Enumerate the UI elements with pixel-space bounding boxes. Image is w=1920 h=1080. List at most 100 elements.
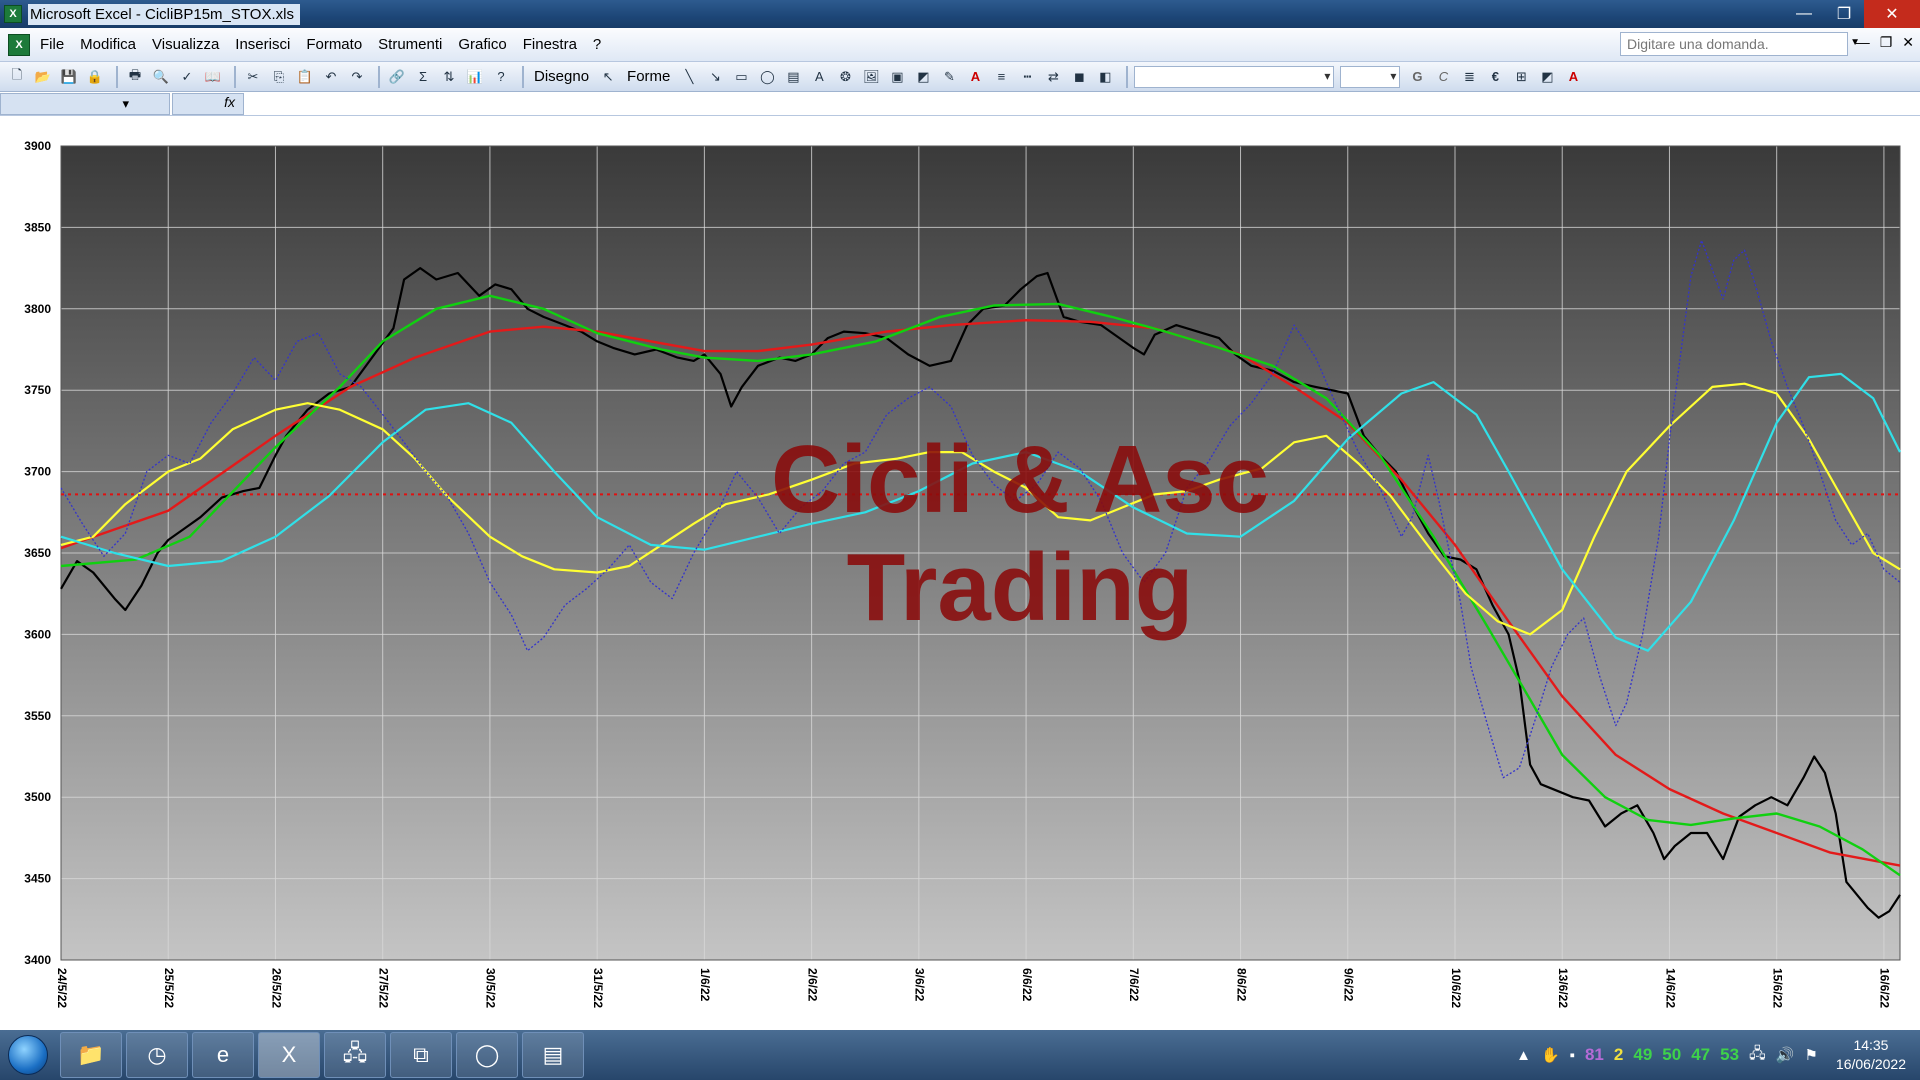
arrow-icon[interactable]: ↘ (704, 66, 726, 88)
restore-button[interactable]: ❐ (1824, 0, 1864, 28)
autosum-icon[interactable]: Σ (412, 66, 434, 88)
taskbar-excel-button[interactable]: X (258, 1032, 320, 1078)
menu-inserisci[interactable]: Inserisci (235, 36, 290, 53)
taskbar-notepad-button[interactable]: ▤ (522, 1032, 584, 1078)
sort-icon[interactable]: ⇅ (438, 66, 460, 88)
taskbar-tool-button[interactable]: ⧉ (390, 1032, 452, 1078)
menu-formato[interactable]: Formato (306, 36, 362, 53)
menu-file[interactable]: File (40, 36, 64, 53)
fill-color-icon[interactable]: ◩ (912, 66, 934, 88)
font-size-combo[interactable] (1340, 65, 1401, 88)
wordart-icon[interactable]: A (808, 66, 830, 88)
excel-icon: X (281, 1042, 297, 1067)
line-color-icon[interactable]: ✎ (938, 66, 960, 88)
shapes-menu-button[interactable]: Forme (627, 68, 670, 85)
taskbar: 📁 ◷ e X 🖧 ⧉ ◯ ▤ ▲ ✋ ▪ 81 2 49 50 47 53 🖧 🔊 ⚑ 14:35 1… (0, 1030, 1920, 1080)
taskbar-network-button[interactable]: 🖧 (324, 1032, 386, 1078)
line-style-icon[interactable]: ≡ (990, 66, 1012, 88)
print-icon[interactable]: 🖶 (124, 66, 146, 88)
folder-icon: 📁 (77, 1042, 105, 1067)
workbook-close-button[interactable]: ✕ (1902, 34, 1914, 51)
copy-icon[interactable]: ⎘ (268, 66, 290, 88)
textbox-icon[interactable]: ▤ (782, 66, 804, 88)
app-tray-icon[interactable]: ✋ (1541, 1046, 1560, 1064)
fx-button[interactable]: fx (172, 93, 244, 115)
ask-question-input[interactable]: Digitare una domanda. (1620, 32, 1848, 56)
taskbar-clock-app-button[interactable]: ◷ (126, 1032, 188, 1078)
minimize-button[interactable]: — (1784, 0, 1824, 28)
rectangle-icon[interactable]: ▭ (730, 66, 752, 88)
paste-icon[interactable]: 📋 (294, 66, 316, 88)
oval-icon[interactable]: ◯ (756, 66, 778, 88)
help-icon[interactable]: ? (490, 66, 512, 88)
select-objects-icon[interactable]: ↖ (597, 66, 619, 88)
clock-date: 16/06/2022 (1835, 1056, 1906, 1072)
euro-button[interactable]: € (1484, 66, 1506, 88)
save-icon[interactable]: 💾 (58, 66, 80, 88)
fill-color-icon[interactable]: ◩ (1536, 66, 1558, 88)
notepad-icon: ▤ (542, 1042, 564, 1067)
permission-icon[interactable]: 🔒 (84, 66, 106, 88)
3d-icon[interactable]: ◧ (1094, 66, 1116, 88)
x-tick-label: 13/6/22 (1556, 968, 1570, 1008)
menu-help[interactable]: ? (593, 36, 601, 53)
volume-icon[interactable]: 🔊 (1776, 1046, 1795, 1064)
diagram-icon[interactable]: ❂ (834, 66, 856, 88)
toolbar-separator (522, 65, 524, 88)
toolbar-separator (378, 65, 380, 88)
font-name-combo[interactable] (1134, 65, 1335, 88)
workbook-icon[interactable]: X (8, 33, 30, 56)
line-icon[interactable]: ╲ (678, 66, 700, 88)
menu-visualizza[interactable]: Visualizza (152, 36, 219, 53)
font-color-icon[interactable]: A (964, 66, 986, 88)
undo-icon[interactable]: ↶ (320, 66, 342, 88)
shadow-icon[interactable]: ◼ (1068, 66, 1090, 88)
research-icon[interactable]: 📖 (202, 66, 224, 88)
y-tick-label: 3600 (24, 627, 51, 641)
windows-orb-icon (8, 1035, 48, 1075)
arrow-style-icon[interactable]: ⇄ (1042, 66, 1064, 88)
excel-app-icon[interactable]: X (4, 5, 22, 23)
tray-indicator-value: 47 (1691, 1045, 1711, 1064)
watermark-line-2: Trading (846, 534, 1194, 641)
flag-icon[interactable]: ⚑ (1804, 1046, 1817, 1064)
bold-button[interactable]: G (1406, 66, 1428, 88)
network-icon[interactable]: 🖧 (1749, 1043, 1766, 1068)
chart-wizard-icon[interactable]: 📊 (464, 66, 486, 88)
monitor-tray-icon[interactable]: ▪ (1570, 1047, 1575, 1064)
taskbar-browser-button[interactable]: e (192, 1032, 254, 1078)
clipart-icon[interactable]: 🖼 (860, 66, 882, 88)
taskbar-folder-button[interactable]: 📁 (60, 1032, 122, 1078)
workbook-restore-button[interactable]: ❐ (1880, 34, 1893, 51)
drawing-menu-button[interactable]: Disegno (534, 68, 589, 85)
tray-indicator-value: 2 (1613, 1045, 1624, 1064)
print-preview-icon[interactable]: 🔍 (150, 66, 172, 88)
clock[interactable]: 14:35 16/06/2022 (1836, 1036, 1906, 1074)
start-button[interactable] (0, 1030, 56, 1080)
spelling-icon[interactable]: ✓ (176, 66, 198, 88)
show-hidden-icons[interactable]: ▲ (1516, 1047, 1531, 1064)
x-tick-label: 26/5/22 (269, 968, 283, 1008)
dash-style-icon[interactable]: ┅ (1016, 66, 1038, 88)
italic-button[interactable]: C (1432, 66, 1454, 88)
menu-strumenti[interactable]: Strumenti (378, 36, 442, 53)
taskbar-globe-button[interactable]: ◯ (456, 1032, 518, 1078)
open-icon[interactable]: 📂 (32, 66, 54, 88)
redo-icon[interactable]: ↷ (346, 66, 368, 88)
taskbar-apps: 📁 ◷ e X 🖧 ⧉ ◯ ▤ (56, 1032, 584, 1078)
menu-finestra[interactable]: Finestra (523, 36, 577, 53)
font-color-icon[interactable]: A (1562, 66, 1584, 88)
menu-modifica[interactable]: Modifica (80, 36, 136, 53)
workbook-minimize-button[interactable]: — (1856, 34, 1870, 51)
name-box[interactable] (0, 93, 170, 115)
close-button[interactable]: ✕ (1864, 0, 1920, 28)
align-icon[interactable]: ≣ (1458, 66, 1480, 88)
menu-grafico[interactable]: Grafico (458, 36, 506, 53)
cut-icon[interactable]: ✂ (242, 66, 264, 88)
watermark: Cicli & Asc Trading (620, 426, 1420, 642)
borders-icon[interactable]: ⊞ (1510, 66, 1532, 88)
hyperlink-icon[interactable]: 🔗 (386, 66, 408, 88)
chart-area[interactable]: 3400 3450 3500 3550 3600 3650 3700 3750 3800 3850… (0, 116, 1920, 1030)
new-icon[interactable]: 🗋 (6, 66, 28, 88)
picture-icon[interactable]: ▣ (886, 66, 908, 88)
